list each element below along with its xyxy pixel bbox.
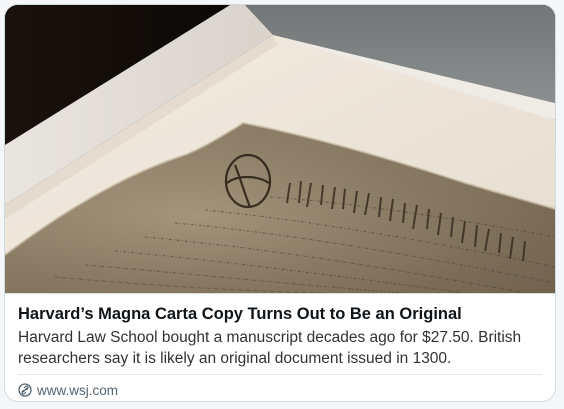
link-icon <box>18 383 32 397</box>
source-divider <box>18 374 542 375</box>
article-headline[interactable]: Harvard’s Magna Carta Copy Turns Out to … <box>18 303 543 325</box>
article-image[interactable] <box>5 5 555 293</box>
source-link[interactable]: www.wsj.com <box>18 379 118 401</box>
link-preview-card[interactable]: Harvard’s Magna Carta Copy Turns Out to … <box>4 4 556 402</box>
article-description: Harvard Law School bought a manuscript d… <box>18 329 522 367</box>
source-domain[interactable]: www.wsj.com <box>37 383 118 398</box>
image-divider <box>5 293 555 294</box>
